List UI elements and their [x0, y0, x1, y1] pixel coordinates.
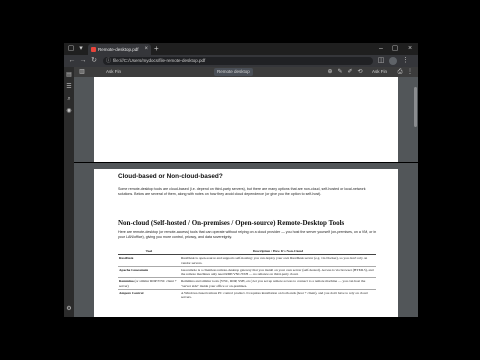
tool-description: Remmina and similar tools (VNC, RDP, SSH…: [180, 277, 376, 291]
maximize-icon[interactable]: ▢: [388, 44, 402, 54]
menu-icon[interactable]: ⋮: [402, 57, 409, 65]
tool-description: Guacamole is a clientless remote-desktop…: [180, 266, 376, 279]
side-panel: ▤ ☰ ⌕ ◉ ⚙: [64, 67, 74, 317]
tab-active[interactable]: Remote-desktop.pdf ×: [88, 44, 151, 55]
print-icon[interactable]: ⎙: [396, 68, 404, 76]
pdf-file-icon: [91, 47, 96, 52]
pdf-toolbar: ▥ Ask Fin Remote desktop ⊕ ✎ ✐ ⟲ Ask Fin…: [74, 67, 418, 77]
section-paragraph-noncloud: Here are remote-desktop (or remote-acces…: [118, 230, 377, 240]
ask-fin-button[interactable]: Ask Fin: [372, 68, 387, 76]
pdf-page-2: Cloud-based or Non-cloud-based? Some rem…: [94, 169, 398, 317]
table-header-description: Description / How It's Non-Cloud: [180, 248, 376, 256]
search-icon[interactable]: ⌕: [65, 95, 73, 103]
forward-icon[interactable]: →: [79, 57, 87, 65]
bookmark-icon[interactable]: ◉: [65, 107, 73, 115]
thumbnails-icon[interactable]: ▤: [65, 71, 73, 79]
reload-icon[interactable]: ↻: [90, 57, 98, 65]
pdf-page-1: [94, 77, 398, 162]
table-header-tool: Tool: [118, 248, 180, 256]
document-viewport[interactable]: Cloud-based or Non-cloud-based? Some rem…: [74, 77, 418, 317]
outline-icon[interactable]: ☰: [65, 83, 73, 91]
browser-window: ▢ ▾ Remote-desktop.pdf × + – ▢ × ← → ↻ ⓘ…: [64, 43, 418, 317]
table-row: Ampere Control A Windows-based remote PC…: [118, 290, 376, 301]
draw-icon[interactable]: ✐: [346, 68, 354, 76]
tool-description: A Windows-based remote PC control produc…: [181, 291, 368, 300]
tab-title: Remote-desktop.pdf: [98, 47, 139, 52]
more-icon[interactable]: ⋮: [406, 68, 414, 76]
highlight-icon[interactable]: ✎: [336, 68, 344, 76]
tool-name: RustDesk: [119, 256, 134, 261]
tab-actions-icon[interactable]: ▢: [67, 45, 75, 53]
rotate-icon[interactable]: ⟲: [356, 68, 364, 76]
close-icon[interactable]: ×: [144, 45, 148, 54]
tools-table: Tool Description / How It's Non-Cloud Ru…: [118, 248, 376, 301]
minimize-icon[interactable]: –: [374, 44, 388, 54]
avatar[interactable]: [389, 57, 397, 65]
new-tab-icon[interactable]: +: [154, 44, 159, 54]
tool-name: Apache Guacamole: [119, 267, 149, 272]
file-icon: ⓘ: [106, 58, 112, 64]
scrollbar-thumb[interactable]: [414, 87, 417, 127]
page-divider: [74, 162, 418, 163]
address-toolbar: ← → ↻ ⓘ file:///C:/Users/mydocs/file-rem…: [64, 55, 418, 67]
tab-search-icon[interactable]: ▾: [77, 45, 85, 53]
section-heading-cloud: Cloud-based or Non-cloud-based?: [118, 173, 223, 180]
pdf-tab-document[interactable]: Remote desktop: [214, 68, 253, 76]
table-row: Apache Guacamole Guacamole is a clientle…: [118, 266, 376, 279]
table-row: Remmina (or similar RDP/VNC client + ser…: [118, 277, 376, 291]
tab-strip: ▢ ▾ Remote-desktop.pdf × + – ▢ ×: [64, 43, 418, 55]
sidebar-toggle-icon[interactable]: ▥: [78, 68, 86, 76]
url-text: file:///C:/Users/mydocs/file-remote-desk…: [113, 58, 206, 63]
pdf-tab-ask[interactable]: Ask Fin: [106, 68, 121, 76]
zoom-icon[interactable]: ⊕: [326, 68, 334, 76]
table-header-row: Tool Description / How It's Non-Cloud: [118, 248, 376, 256]
section-heading-noncloud: Non-cloud (Self-hosted / On-premises / O…: [118, 219, 345, 227]
tool-name: Ampere Control: [119, 291, 144, 296]
settings-icon[interactable]: ⚙: [65, 305, 73, 313]
tool-description: RustDesk is open-source and supports sel…: [180, 254, 376, 267]
table-row: RustDesk RustDesk is open-source and sup…: [118, 254, 376, 267]
address-bar[interactable]: ⓘ file:///C:/Users/mydocs/file-remote-de…: [103, 57, 373, 65]
section-paragraph-cloud: Some remote-desktop tools are cloud-base…: [118, 187, 366, 197]
window-close-icon[interactable]: ×: [403, 44, 417, 54]
back-icon[interactable]: ←: [68, 57, 76, 65]
extensions-icon[interactable]: ◫: [377, 57, 385, 65]
